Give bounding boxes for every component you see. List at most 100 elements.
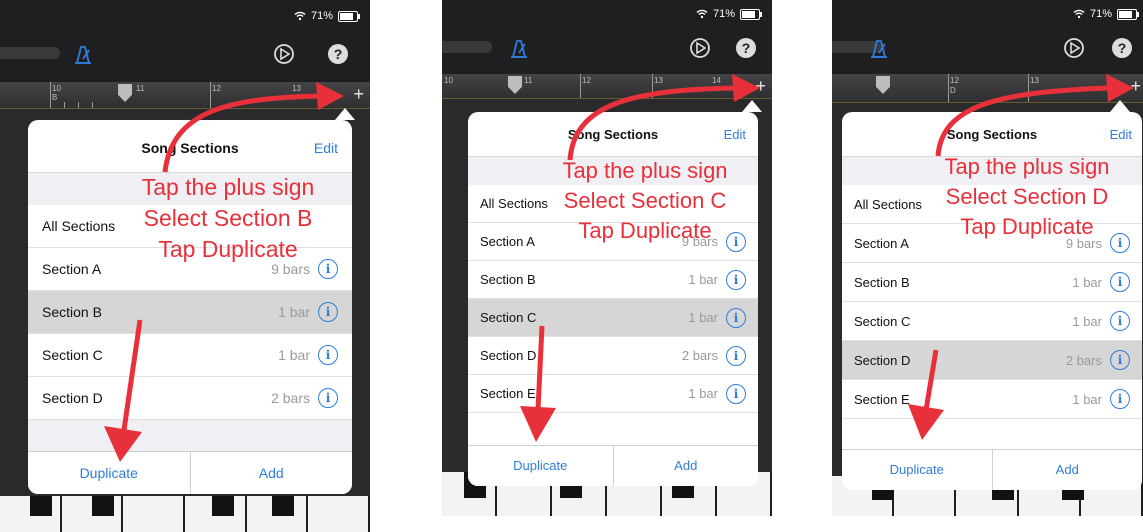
section-name: Section C: [42, 347, 103, 363]
popover-arrow: [742, 100, 762, 112]
piano-key[interactable]: [123, 496, 186, 532]
section-name: Section C: [854, 313, 911, 329]
help-icon[interactable]: ?: [326, 42, 350, 66]
info-icon[interactable]: i: [726, 269, 746, 290]
add-button[interactable]: Add: [991, 450, 1143, 490]
instruction-text: Tap the plus sign Select Section B Tap D…: [108, 172, 348, 265]
section-name: Section C: [480, 310, 537, 325]
section-name: Section D: [42, 390, 103, 406]
settings-icon[interactable]: [688, 36, 712, 60]
ruler-number: 10: [52, 84, 61, 93]
ruler[interactable]: 10 11 12 13 14 +: [442, 74, 772, 98]
toolbar: ?: [442, 28, 772, 74]
ruler-number: 13: [1030, 76, 1039, 85]
ruler[interactable]: 10 B 11 12 13 +: [0, 82, 370, 108]
section-row-d[interactable]: Section D 2 bars i: [842, 341, 1142, 380]
piano-key-black[interactable]: [272, 496, 294, 516]
section-name: Section B: [42, 304, 102, 320]
playhead-handle[interactable]: [118, 84, 132, 102]
section-name: Section B: [480, 272, 536, 287]
section-bars: 1 bar: [688, 310, 718, 325]
section-row-b[interactable]: Section B 1 bar i: [468, 261, 758, 299]
section-row-d[interactable]: Section D 2 bars i: [468, 337, 758, 375]
instruction-line: Tap the plus sign: [141, 174, 315, 200]
duplicate-button[interactable]: Duplicate: [842, 450, 992, 490]
info-icon[interactable]: i: [726, 345, 746, 366]
piano-key-black[interactable]: [212, 496, 234, 516]
section-row-c[interactable]: Section C 1 bar i: [842, 302, 1142, 341]
section-row-c[interactable]: Section C 1 bar i: [468, 299, 758, 337]
help-icon[interactable]: ?: [1110, 36, 1134, 60]
playhead-handle[interactable]: [876, 76, 890, 94]
help-icon[interactable]: ?: [734, 36, 758, 60]
piano-key-black[interactable]: [92, 496, 114, 516]
popover-title: Song Sections: [567, 127, 659, 142]
duplicate-button[interactable]: Duplicate: [468, 446, 613, 486]
info-icon[interactable]: i: [1110, 272, 1130, 292]
screenshot-panel-2: 71% ? 10 11 12 13 14 + Song Sections Edi…: [442, 0, 772, 516]
ruler-tick: [210, 82, 211, 108]
plus-icon[interactable]: +: [755, 76, 766, 97]
edit-button[interactable]: Edit: [314, 140, 338, 156]
settings-icon[interactable]: [1062, 36, 1086, 60]
battery-percent: 71%: [310, 10, 333, 22]
edit-button[interactable]: Edit: [1110, 127, 1132, 142]
popover-header: Song Sections Edit: [28, 120, 352, 173]
section-row-c[interactable]: Section C 1 bar i: [28, 334, 352, 377]
info-icon[interactable]: i: [726, 383, 746, 404]
metronome-icon[interactable]: [868, 38, 890, 60]
section-row-e[interactable]: Section E 1 bar i: [468, 375, 758, 413]
playhead-handle[interactable]: [508, 76, 522, 94]
metronome-icon[interactable]: [72, 44, 94, 66]
instruction-text: Tap the plus sign Select Section C Tap D…: [528, 156, 762, 246]
section-bars: 2 bars: [1065, 352, 1102, 368]
section-row-b[interactable]: Section B 1 bar i: [28, 291, 352, 334]
section-bars: 2 bars: [681, 348, 718, 363]
info-icon[interactable]: i: [726, 307, 746, 328]
ruler-number: 10: [444, 76, 453, 85]
keyboard[interactable]: [0, 496, 370, 532]
transport-control[interactable]: [442, 41, 492, 53]
plus-icon[interactable]: +: [353, 84, 364, 105]
ruler-number: 11: [136, 84, 145, 93]
instruction-line: Tap Duplicate: [960, 214, 1094, 239]
section-row-b[interactable]: Section B 1 bar i: [842, 263, 1142, 302]
popover-header: Song Sections Edit: [842, 112, 1142, 157]
transport-control[interactable]: [0, 47, 60, 59]
add-button[interactable]: Add: [189, 452, 353, 494]
section-name: Section D: [480, 348, 537, 363]
info-icon[interactable]: i: [1110, 311, 1130, 331]
info-icon[interactable]: i: [318, 345, 338, 365]
settings-icon[interactable]: [272, 42, 296, 66]
edit-button[interactable]: Edit: [724, 127, 746, 142]
ruler[interactable]: 12 D 13 +: [832, 74, 1143, 102]
ruler-tick: [948, 74, 949, 102]
ruler-tick: [580, 74, 581, 98]
section-row-e[interactable]: Section E 1 bar i: [842, 380, 1142, 419]
section-row-d[interactable]: Section D 2 bars i: [28, 377, 352, 420]
toolbar: ?: [832, 28, 1143, 74]
wifi-icon: [294, 11, 306, 21]
metronome-icon[interactable]: [508, 38, 530, 60]
popover-arrow: [335, 108, 355, 120]
instruction-line: Select Section D: [945, 184, 1109, 209]
svg-text:?: ?: [334, 46, 343, 62]
info-icon[interactable]: i: [318, 302, 338, 322]
battery-percent: 71%: [712, 8, 735, 20]
popover-title: Song Sections: [141, 140, 239, 156]
info-icon[interactable]: i: [1110, 350, 1130, 370]
ruler-number: 11: [524, 76, 533, 85]
add-button[interactable]: Add: [612, 446, 759, 486]
piano-key-black[interactable]: [30, 496, 52, 516]
svg-text:?: ?: [742, 40, 751, 56]
info-icon[interactable]: i: [318, 388, 338, 408]
piano-key[interactable]: [308, 496, 370, 532]
section-name: Section E: [480, 386, 536, 401]
popover-header: Song Sections Edit: [468, 112, 758, 157]
battery-icon: [1117, 8, 1139, 20]
duplicate-button[interactable]: Duplicate: [28, 452, 190, 494]
plus-icon[interactable]: +: [1130, 76, 1141, 97]
ruler-number: 13: [292, 84, 301, 93]
info-icon[interactable]: i: [1110, 389, 1130, 409]
ruler-tick: [652, 74, 653, 98]
